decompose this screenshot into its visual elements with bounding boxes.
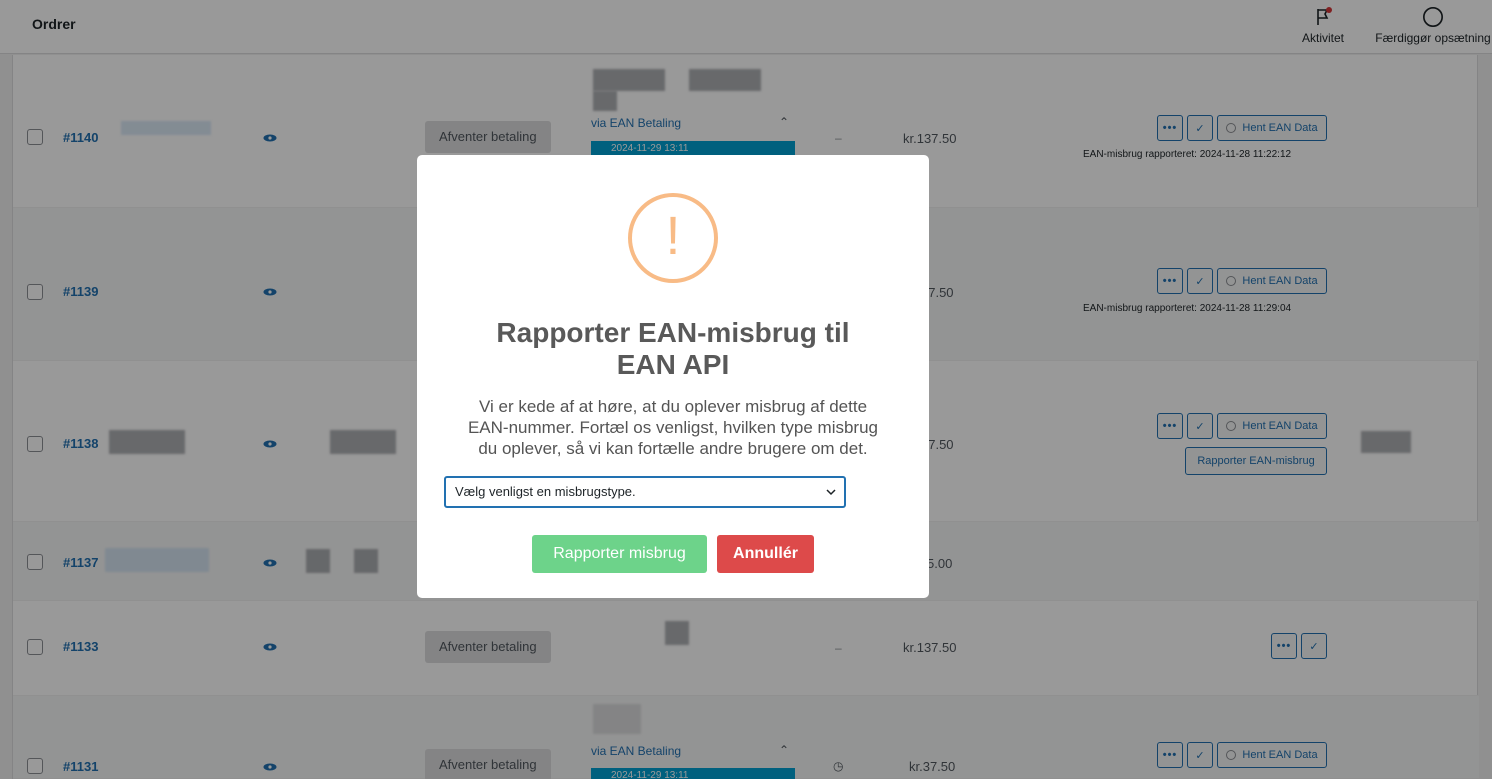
dialog-text: Vi er kede af at høre, at du oplever mis… — [467, 397, 879, 458]
report-misuse-button[interactable]: Rapporter misbrug — [532, 535, 707, 573]
select-placeholder: Vælg venligst en misbrugstype. — [455, 484, 636, 499]
cancel-button[interactable]: Annullér — [717, 535, 814, 573]
report-misuse-dialog: ! Rapporter EAN-misbrug til EAN API Vi e… — [417, 155, 929, 598]
dialog-title: Rapporter EAN-misbrug til EAN API — [496, 317, 850, 380]
chevron-down-icon — [826, 489, 836, 496]
warning-icon: ! — [628, 193, 718, 283]
misuse-type-select[interactable]: Vælg venligst en misbrugstype. — [444, 476, 846, 508]
